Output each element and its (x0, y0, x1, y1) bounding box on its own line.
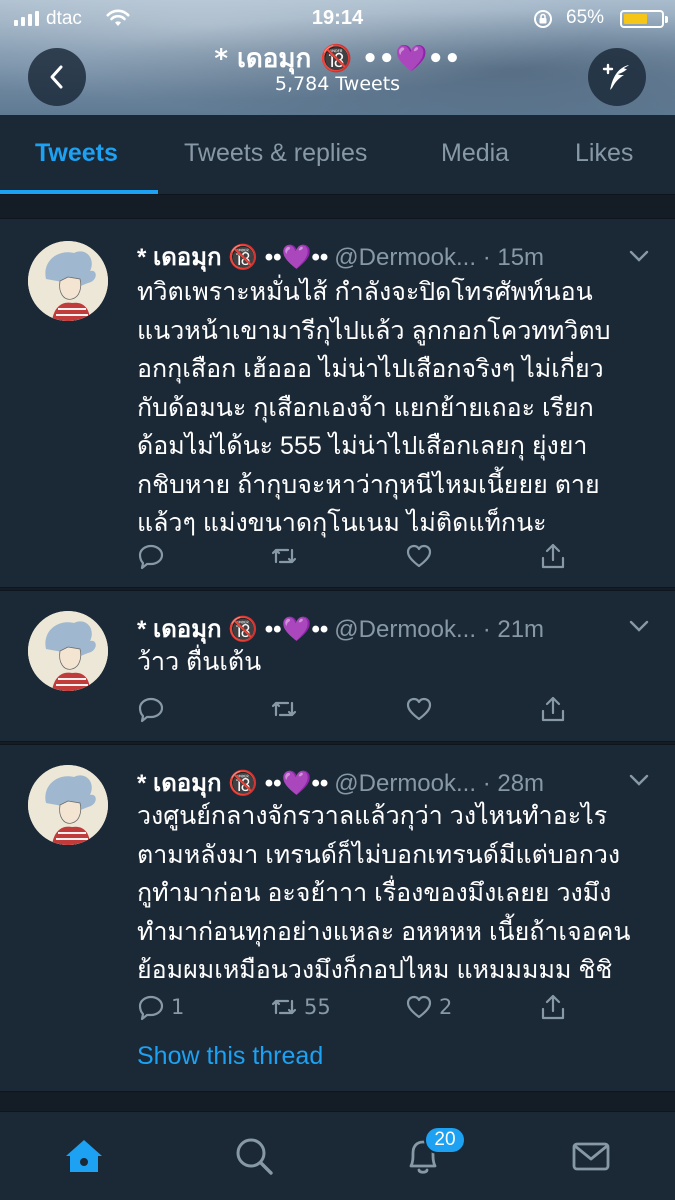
reply-count: 1 (171, 995, 185, 1019)
tweet-author-handle[interactable]: @Dermook... (334, 616, 476, 643)
tab-likes[interactable]: Likes (575, 139, 633, 168)
compose-tweet-button[interactable] (588, 48, 646, 106)
tweet-card[interactable]: * เดอมุก 🔞 ••💜•• @Dermook... · 21m ว้าว ต… (0, 590, 675, 742)
profile-header: dtac 19:14 65% * เดอมุก 🔞 ••💜•• 5,784 Tw… (0, 0, 675, 115)
reply-icon (138, 697, 164, 723)
tweet-header: * เดอมุก 🔞 ••💜•• @Dermook... · 15m (137, 237, 544, 276)
home-icon[interactable] (62, 1134, 106, 1178)
heart-icon (406, 697, 432, 721)
tweet-card[interactable]: * เดอมุก 🔞 ••💜•• @Dermook... · 28m วงศูนย… (0, 744, 675, 1092)
tweet-author-handle[interactable]: @Dermook... (334, 770, 476, 797)
rotation-lock-icon (534, 10, 552, 28)
tweet-timestamp[interactable]: · 28m (483, 770, 544, 797)
tweet-text: วงศูนย์กลางจักรวาลแล้วกุว่า วงไหนทำอะไร … (137, 802, 631, 984)
reply-button[interactable] (137, 542, 171, 570)
search-icon[interactable] (232, 1134, 276, 1178)
profile-tabs: Tweets Tweets & replies Media Likes (0, 115, 675, 195)
tweet-timestamp[interactable]: · 15m (483, 244, 544, 271)
retweet-icon (271, 548, 297, 564)
chevron-down-icon[interactable] (628, 619, 650, 633)
retweet-icon (271, 999, 297, 1015)
bottom-tab-bar: 20 (0, 1111, 675, 1200)
retweet-button[interactable] (270, 695, 304, 723)
tweet-actions: 1 55 2 (137, 993, 577, 1023)
tab-tweets[interactable]: Tweets (35, 139, 118, 168)
chevron-down-icon[interactable] (628, 773, 650, 787)
retweet-button[interactable] (270, 542, 304, 570)
avatar[interactable] (28, 241, 108, 321)
reply-icon (138, 995, 164, 1021)
avatar[interactable] (28, 765, 108, 845)
tweet-count: 5,784 Tweets (274, 73, 401, 95)
tweet-text: ว้าว ตื่นเต้น (137, 648, 262, 676)
like-button[interactable] (405, 695, 439, 723)
battery-icon (620, 10, 668, 28)
like-button[interactable]: 2 (405, 993, 452, 1021)
tweet-author-name[interactable]: * เดอมุก 🔞 ••💜•• (137, 616, 328, 643)
heart-icon (406, 544, 432, 568)
tweet-author-name[interactable]: * เดอมุก 🔞 ••💜•• (137, 770, 328, 797)
avatar[interactable] (28, 611, 108, 691)
messages-envelope-icon[interactable] (569, 1134, 613, 1178)
tweet-text: ทวิตเพราะหมั่นไส้ กำลังจะปิดโทรศัพท์นอน … (137, 278, 611, 537)
battery-percent: 65% (566, 7, 605, 28)
avatar-image (28, 241, 108, 321)
heart-icon (406, 995, 432, 1019)
share-button[interactable] (539, 542, 567, 570)
tweet-card[interactable]: * เดอมุก 🔞 ••💜•• @Dermook... · 15m ทวิตเพ… (0, 218, 675, 588)
reply-button[interactable]: 1 (137, 993, 184, 1021)
tab-tweets-and-replies[interactable]: Tweets & replies (184, 139, 367, 168)
notification-badge: 20 (424, 1126, 466, 1154)
tweet-timestamp[interactable]: · 21m (483, 616, 544, 643)
tweet-author-handle[interactable]: @Dermook... (334, 244, 476, 271)
avatar-image (28, 765, 108, 845)
active-tab-indicator (0, 190, 158, 194)
tab-media[interactable]: Media (441, 139, 509, 168)
share-button[interactable] (539, 993, 567, 1021)
status-bar: dtac 19:14 65% (0, 0, 675, 38)
retweet-count: 55 (304, 995, 331, 1019)
retweet-button[interactable]: 55 (270, 993, 331, 1021)
share-icon (541, 696, 565, 722)
tweet-actions (137, 542, 577, 572)
reply-button[interactable] (137, 695, 171, 723)
retweet-icon (271, 701, 297, 717)
compose-feather-icon (602, 63, 629, 90)
share-icon (541, 994, 565, 1020)
reply-icon (138, 544, 164, 570)
tweet-actions (137, 695, 577, 725)
avatar-image (28, 611, 108, 691)
tweet-author-name[interactable]: * เดอมุก 🔞 ••💜•• (137, 244, 328, 271)
like-button[interactable] (405, 542, 439, 570)
share-button[interactable] (539, 695, 567, 723)
show-thread-link[interactable]: Show this thread (137, 1042, 323, 1071)
chevron-down-icon[interactable] (628, 249, 650, 263)
share-icon (541, 543, 565, 569)
battery-level-fill (624, 14, 647, 24)
like-count: 2 (439, 995, 453, 1019)
